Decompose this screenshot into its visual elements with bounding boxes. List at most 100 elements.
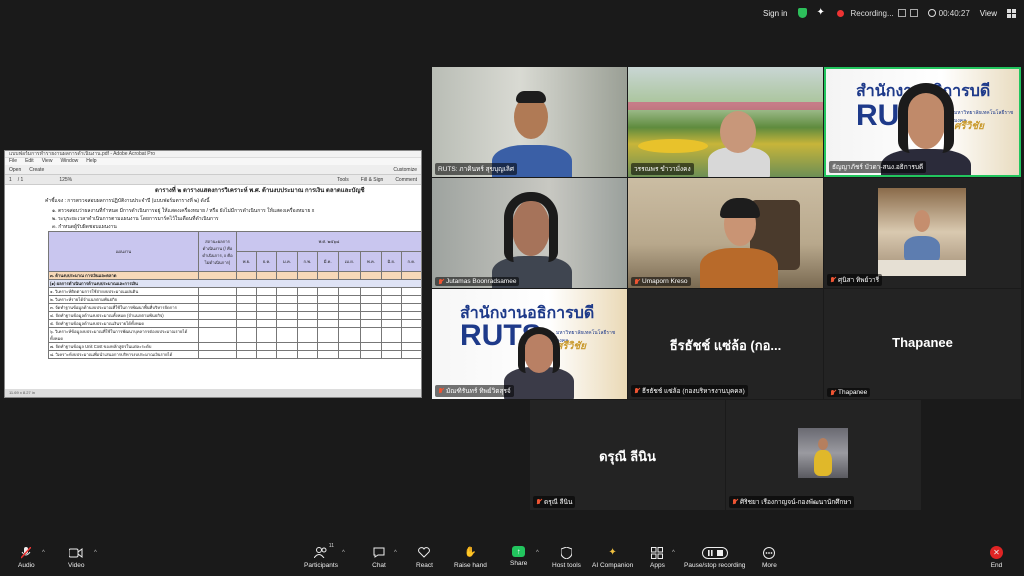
active-speaker-tile[interactable]: สำนักงานอธิการบดี RUTS มหาวิทยาลัยเทคโนโ… <box>824 67 1021 177</box>
view-button[interactable]: View <box>980 9 997 18</box>
page-current[interactable]: 1 <box>9 177 12 183</box>
instruction-line: คำชี้แจง : การตรวจสอบผลการปฏิบัติงานประจ… <box>45 198 210 204</box>
sign-in-button[interactable]: Sign in <box>763 9 787 18</box>
table-cell <box>360 350 382 359</box>
table-cell <box>255 295 278 304</box>
audio-options-caret[interactable]: ^ <box>42 550 45 556</box>
mic-muted-icon <box>634 278 640 285</box>
video-tile[interactable]: Jutamas Boonradsamee <box>432 178 627 288</box>
raise-hand-button[interactable]: ✋ Raise hand <box>454 546 487 569</box>
month-header: พ.ค. <box>360 251 382 272</box>
table-cell <box>316 319 339 328</box>
video-tile[interactable]: ธีรธัชช์ แซ่ล้อ (กอ... ธีรธัชช์ แซ่ล้อ (… <box>628 289 823 399</box>
share-toolbar-main: Open Create Customize <box>5 165 421 175</box>
mic-muted-icon <box>732 499 738 505</box>
shared-screen[interactable]: แบบฟอร์มการทำรายงานผลการดำเนินงาน.pdf - … <box>4 150 422 398</box>
stop-recording-icon[interactable] <box>909 9 918 17</box>
table-row: ๑. วิเคราะห์ติดตามการใช้จ่ายงบประมาณแผ่น… <box>48 287 421 296</box>
host-tools-label: Host tools <box>552 562 581 569</box>
tab-fill-sign[interactable]: Fill & Sign <box>361 177 384 183</box>
ai-sparkle-icon: ✦ <box>608 547 617 558</box>
table-row: ๓. จัดทำฐานข้อมูลด้านงบประมาณที่ใช้ในการ… <box>48 303 421 312</box>
video-tile[interactable]: ดรุณี ลีนิน ดรุณี ลีนิน <box>530 400 725 510</box>
ai-companion-label: AI Companion <box>592 562 634 569</box>
table-cell <box>316 303 339 312</box>
camera-feed <box>432 67 627 177</box>
video-tile[interactable]: สำนักงานอธิการบดี RUTS มหาวิทยาลัยเทคโนโ… <box>432 289 627 399</box>
table-row: ๕. จัดทำฐานข้อมูลด้านงบประมาณเงินรายได้ท… <box>48 319 421 328</box>
participant-name: ธีรธัชช์ แซ่ล้อ (กองบริหารงานบุคคล) <box>642 388 745 395</box>
participant-name-tag: วรรณพร ขำวามั่งคง <box>631 163 694 175</box>
participants-options-caret[interactable]: ^ <box>342 550 345 556</box>
participant-name: วรรณพร ขำวามั่งคง <box>634 166 691 173</box>
menu-help[interactable]: Help <box>86 158 96 165</box>
table-cell <box>276 295 298 304</box>
table-cell <box>276 350 298 359</box>
pause-stop-recording-button[interactable]: Pause/stop recording <box>684 546 745 569</box>
row-label: ๗. จัดทำฐานข้อมูล Unit Cost ของหลักสูตรใ… <box>48 342 199 351</box>
video-options-caret[interactable]: ^ <box>94 550 97 556</box>
more-button[interactable]: More <box>762 546 777 569</box>
participants-button[interactable]: 11 Participants <box>304 543 338 569</box>
share-button[interactable]: ↑ Share <box>510 546 527 567</box>
tab-comment[interactable]: Comment <box>395 177 417 183</box>
share-window-title: แบบฟอร์มการทำรายงานผลการดำเนินงาน.pdf - … <box>5 151 421 158</box>
table-cell <box>276 303 298 312</box>
chat-options-caret[interactable]: ^ <box>394 550 397 556</box>
participant-name: มัณฑิรันทร์ ทิพย์วิตสุรจ์ <box>446 388 511 395</box>
participant-name: Umaporn Kreso <box>642 278 688 285</box>
grid-layout-icon[interactable] <box>1007 8 1016 18</box>
participant-name: Jutamas Boonradsamee <box>446 278 517 285</box>
month-header: มิ.ย. <box>380 251 402 272</box>
participant-name-tag: ศุนิสา ทิพย์วารี <box>827 274 883 286</box>
table-cell <box>316 342 339 351</box>
apps-label: Apps <box>650 562 665 569</box>
table-cell <box>337 327 362 343</box>
ai-sparkle-icon[interactable]: ✦ <box>817 8 827 18</box>
table-cell <box>360 342 382 351</box>
end-button[interactable]: ✕ End <box>990 546 1003 569</box>
table-cell <box>316 295 339 304</box>
react-label: React <box>416 562 433 569</box>
zoom-level[interactable]: 125% <box>59 177 72 183</box>
video-tile[interactable]: Umaporn Kreso <box>628 178 823 288</box>
menu-window[interactable]: Window <box>60 158 78 165</box>
video-tile[interactable]: ศิริชยา เรืองกาญจน์-กองพัฒนานักศึกษา <box>726 400 921 510</box>
chat-button[interactable]: Chat <box>372 546 386 569</box>
participant-name-tag: Thapanee <box>827 388 871 397</box>
participant-name: Thapanee <box>838 389 868 396</box>
react-button[interactable]: React <box>416 546 433 569</box>
video-tile[interactable]: Thapanee Thapanee <box>824 289 1021 399</box>
logo-campus: ศรีวิชัย <box>954 121 984 132</box>
apps-options-caret[interactable]: ^ <box>672 550 675 556</box>
menu-file[interactable]: File <box>9 158 17 165</box>
table-cell <box>198 327 237 343</box>
participant-count: 11 <box>328 543 334 549</box>
apps-button[interactable]: Apps <box>650 546 665 569</box>
participant-name-tag: ธัญญาภัชร์ บัวดา-สนง.อธิการบดี <box>829 161 927 173</box>
table-cell <box>198 303 237 312</box>
ai-companion-button[interactable]: ✦ AI Companion <box>592 546 633 569</box>
security-shield-icon[interactable] <box>797 8 807 18</box>
share-options-caret[interactable]: ^ <box>536 550 539 556</box>
pause-recording-icon[interactable] <box>897 9 906 17</box>
participant-display-name: ดรุณี ลีนิน <box>599 449 656 464</box>
tab-tools[interactable]: Tools <box>337 177 349 183</box>
customize-button[interactable]: Customize <box>393 167 417 173</box>
video-tile[interactable]: ศุนิสา ทิพย์วารี <box>824 178 1021 288</box>
participant-figure <box>904 236 940 262</box>
table-cell <box>400 295 421 304</box>
create-button[interactable]: Create <box>29 167 44 173</box>
video-tile[interactable]: RUTS: ภาคินทร์ สุขบุญเลิศ <box>432 67 627 177</box>
host-tools-button[interactable]: Host tools <box>552 546 581 569</box>
menu-edit[interactable]: Edit <box>25 158 34 165</box>
video-tile[interactable]: วรรณพร ขำวามั่งคง <box>628 67 823 177</box>
end-call-icon: ✕ <box>990 546 1003 559</box>
heart-react-icon <box>417 546 431 559</box>
month-header: ธ.ค. <box>255 251 278 272</box>
audio-button[interactable]: Audio <box>18 546 35 569</box>
menu-view[interactable]: View <box>42 158 53 165</box>
video-button[interactable]: Video <box>68 546 85 569</box>
open-button[interactable]: Open <box>9 167 21 173</box>
timer-value: 00:40:27 <box>938 8 970 18</box>
